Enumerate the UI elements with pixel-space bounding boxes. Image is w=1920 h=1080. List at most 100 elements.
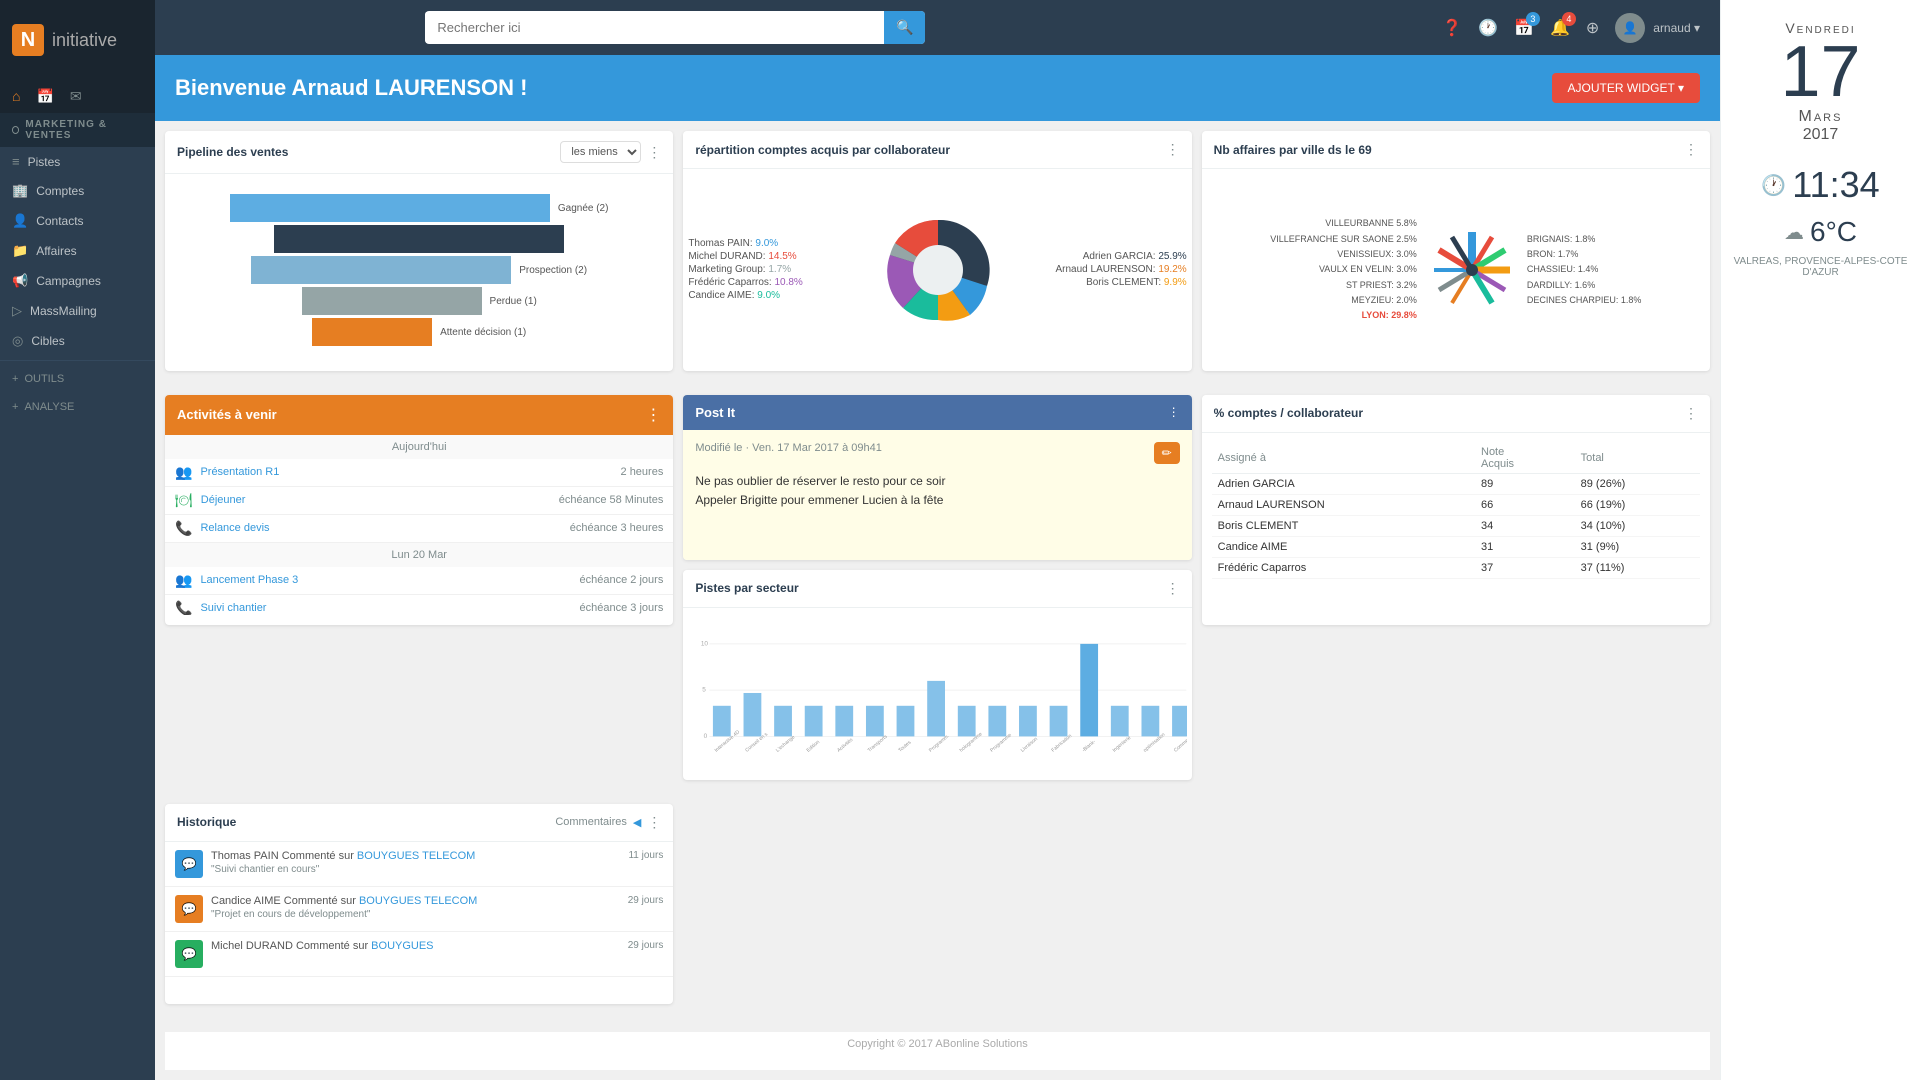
pistes-body: 10 5 0 <box>683 608 1191 780</box>
logo-icon: N <box>12 24 44 56</box>
bar <box>958 706 976 737</box>
calendar-nav-icon[interactable]: 📅 <box>36 88 53 105</box>
activity-link[interactable]: Suivi chantier <box>200 602 266 614</box>
legend-r-3: Boris CLEMENT: 9.9% <box>1003 277 1187 288</box>
comptes-table-row: Arnaud LAURENSON6666 (19%) <box>1212 494 1700 515</box>
analyse-label: ANALYSE <box>24 401 74 413</box>
comptes-total: 34 (10%) <box>1575 515 1700 536</box>
pistes-menu-icon[interactable]: ⋮ <box>1166 580 1180 597</box>
sidebar-item-label: Affaires <box>36 244 76 258</box>
historique-widget: Historique Commentaires ◀ ⋮ 💬 Thomas PAI… <box>165 804 673 1004</box>
comptes-menu-icon[interactable]: ⋮ <box>1684 405 1698 422</box>
user-area[interactable]: 👤 arnaud ▾ <box>1615 13 1700 43</box>
nb-affaires-header: Nb affaires par ville ds le 69 ⋮ <box>1202 131 1710 169</box>
sidebar-item-cibles[interactable]: ◎ Cibles <box>0 326 155 356</box>
comptes-header: % comptes / collaborateur ⋮ <box>1202 395 1710 433</box>
pipeline-menu-icon[interactable]: ⋮ <box>647 144 661 161</box>
add-widget-button[interactable]: AJOUTER WIDGET ▾ <box>1552 73 1700 103</box>
funnel-bar-7 <box>312 318 432 346</box>
today-header: Aujourd'hui <box>165 435 673 459</box>
activity-link[interactable]: Présentation R1 <box>200 466 279 478</box>
time-value: 11:34 <box>1792 164 1879 206</box>
activity-link[interactable]: Relance devis <box>200 522 269 534</box>
city-label: VAULX EN VELIN: 3.0% <box>1270 262 1417 277</box>
search-input[interactable] <box>425 12 884 43</box>
sidebar-item-label: Contacts <box>36 214 83 228</box>
historique-company-link[interactable]: BOUYGUES <box>371 940 433 952</box>
repartition-header: répartition comptes acquis par collabora… <box>683 131 1191 169</box>
nb-affaires-left-labels: VILLEURBANNE 5.8% VILLEFRANCHE SUR SAONE… <box>1270 216 1417 323</box>
activity-link[interactable]: Lancement Phase 3 <box>200 574 298 586</box>
activity-row: 🍽 Déjeuner échéance 58 Minutes <box>165 487 673 515</box>
city-label: BRIGNAIS: 1.8% <box>1527 232 1642 247</box>
comptes-table: Assigné à NoteAcquis Total Adrien GARCIA… <box>1212 443 1700 579</box>
bar <box>1172 706 1186 737</box>
sidebar-item-affaires[interactable]: 📁 Affaires <box>0 236 155 266</box>
pistes-title: Pistes par secteur <box>695 581 798 595</box>
welcome-text: Bienvenue Arnaud LAURENSON ! <box>175 75 527 101</box>
bar <box>1142 706 1160 737</box>
legend-1: Thomas PAIN: 9.0% <box>688 238 872 249</box>
calendar-icon[interactable]: 📅 3 <box>1514 18 1534 38</box>
sidebar-group-outils[interactable]: + OUTILS <box>0 365 155 393</box>
svg-text:Ingenierie: Ingenierie <box>1112 735 1133 754</box>
funnel-label-3: Prospection (2) <box>519 265 587 276</box>
activity-icon: 📞 <box>175 600 192 615</box>
dashboard: Pipeline des ventes les miens ⋮ Gagnée (… <box>155 121 1720 1080</box>
comptes-total: 66 (19%) <box>1575 494 1700 515</box>
add-icon[interactable]: ⊕ <box>1586 18 1599 38</box>
search-button[interactable]: 🔍 <box>884 11 925 44</box>
copyright: Copyright © 2017 ABonline Solutions <box>165 1032 1710 1070</box>
sidebar-group-analyse[interactable]: + ANALYSE <box>0 393 155 421</box>
nb-affaires-menu-icon[interactable]: ⋮ <box>1684 141 1698 158</box>
monday-header: Lun 20 Mar <box>165 543 673 567</box>
historique-company-link[interactable]: BOUYGUES TELECOM <box>357 850 475 862</box>
massmailing-icon: ▷ <box>12 303 22 319</box>
comptes-name: Adrien GARCIA <box>1212 473 1475 494</box>
logo-text: initiative <box>52 30 117 51</box>
comptes-acquis: 89 <box>1475 473 1575 494</box>
historique-company-link[interactable]: BOUYGUES TELECOM <box>359 895 477 907</box>
historique-actions: Commentaires ◀ ⋮ <box>555 814 661 831</box>
comptes-acquis: 31 <box>1475 536 1575 557</box>
postit-edit-button[interactable]: ✏ <box>1154 442 1180 464</box>
sidebar-item-contacts[interactable]: 👤 Contacts <box>0 206 155 236</box>
funnel-bar-5 <box>302 287 482 315</box>
bar <box>1050 706 1068 737</box>
funnel-row: Gagnée (2) <box>230 194 609 222</box>
repartition-body: Thomas PAIN: 9.0% Michel DURAND: 14.5% M… <box>683 169 1191 371</box>
historique-menu-icon[interactable]: ⋮ <box>647 814 661 831</box>
comptes-total: 37 (11%) <box>1575 557 1700 578</box>
repartition-menu-icon[interactable]: ⋮ <box>1166 141 1180 158</box>
activites-menu-icon[interactable]: ⋮ <box>645 405 661 425</box>
historique-icon: 💬 <box>175 850 203 878</box>
bar <box>897 706 915 737</box>
historique-item: 💬 Michel DURAND Commenté sur BOUYGUES 29… <box>165 932 673 977</box>
funnel-bar-2 <box>274 225 564 253</box>
sidebar-item-comptes[interactable]: 🏢 Comptes <box>0 176 155 206</box>
history-icon[interactable]: 🕐 <box>1478 18 1498 38</box>
bar <box>744 693 762 736</box>
postit-menu-icon[interactable]: ⋮ <box>1168 405 1180 419</box>
comptes-name: Boris CLEMENT <box>1212 515 1475 536</box>
bar <box>713 706 731 737</box>
svg-text:10: 10 <box>701 640 709 647</box>
pipeline-filter[interactable]: les miens <box>560 141 641 163</box>
historique-content: Thomas PAIN Commenté sur BOUYGUES TELECO… <box>211 850 620 875</box>
help-icon[interactable]: ❓ <box>1442 18 1462 38</box>
city-label: MEYZIEU: 2.0% <box>1270 293 1417 308</box>
comptes-acquis: 34 <box>1475 515 1575 536</box>
activity-time: 2 heures <box>621 466 664 478</box>
home-nav-icon[interactable]: ⌂ <box>12 88 20 105</box>
sidebar-item-massmailing[interactable]: ▷ MassMailing <box>0 296 155 326</box>
sidebar-item-campagnes[interactable]: 📢 Campagnes <box>0 266 155 296</box>
activity-link[interactable]: Déjeuner <box>201 494 246 506</box>
sidebar-item-pistes[interactable]: ≡ Pistes <box>0 147 155 176</box>
pipeline-header: Pipeline des ventes les miens ⋮ <box>165 131 673 174</box>
mail-nav-icon[interactable]: ✉ <box>70 88 82 105</box>
postit-line1: Ne pas oublier de réserver le resto pour… <box>695 472 1179 491</box>
bell-icon[interactable]: 🔔 4 <box>1550 18 1570 38</box>
time-display: 🕐 11:34 <box>1761 164 1879 206</box>
expand-icon: + <box>12 401 18 413</box>
historique-filter-icon[interactable]: ◀ <box>633 816 641 829</box>
